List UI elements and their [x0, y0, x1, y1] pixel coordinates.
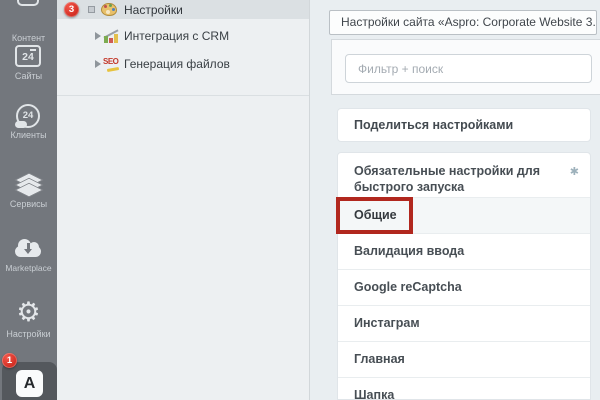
sites-icon-label: 24 [22, 51, 34, 63]
content-icon [17, 0, 39, 6]
bullet-icon [88, 6, 95, 13]
settings-list: Обязательные настройки для быстрого запу… [337, 152, 591, 400]
notification-badge: 3 [64, 2, 79, 17]
tab-site-settings[interactable]: Настройки сайта «Aspro: Corporate Websit… [329, 10, 597, 35]
filter-search-input[interactable] [345, 54, 592, 83]
app-logo[interactable]: A [16, 370, 43, 397]
list-item-instagram[interactable]: Инстаграм [338, 305, 590, 341]
list-item-label: Обязательные настройки для быстрого запу… [354, 163, 549, 195]
menu-item-settings[interactable]: 3 Настройки [57, 0, 309, 19]
cloud-bump-icon [15, 121, 27, 128]
left-sidebar: Контент 24 Сайты 24 Клиенты Сервисы Mark… [0, 0, 57, 400]
seo-icon: SEO [103, 56, 121, 72]
clients-icon-label: 24 [23, 110, 34, 121]
services-layers-icon[interactable] [16, 170, 42, 200]
sidebar-item-sites[interactable]: Сайты [0, 71, 57, 81]
list-item-home[interactable]: Главная [338, 341, 590, 377]
menu-item-file-generation[interactable]: SEO Генерация файлов [57, 55, 309, 73]
menu-item-label: Генерация файлов [124, 57, 230, 71]
list-item-google-recaptcha[interactable]: Google reCaptcha [338, 269, 590, 305]
sidebar-item-marketplace[interactable]: Marketplace [0, 263, 57, 273]
menu-item-crm-integration[interactable]: Интеграция с CRM [57, 27, 309, 45]
sidebar-item-content[interactable]: Контент [0, 33, 57, 43]
menu-item-label: Настройки [124, 3, 183, 17]
menu-item-label: Интеграция с CRM [124, 29, 229, 43]
window-dots-icon [30, 49, 36, 51]
admin-panel-screen: Контент 24 Сайты 24 Клиенты Сервисы Mark… [0, 0, 600, 400]
sidebar-item-clients[interactable]: Клиенты [0, 130, 57, 140]
palette-icon [101, 2, 118, 17]
clients-icon[interactable]: 24 [16, 104, 40, 128]
notification-badge: 1 [2, 353, 17, 368]
marketplace-cloud-icon[interactable] [14, 239, 42, 257]
sites-icon[interactable]: 24 [15, 45, 41, 67]
list-item-header[interactable]: Шапка [338, 377, 590, 400]
sidebar-item-settings[interactable]: Настройки [0, 329, 57, 339]
menu-divider [57, 95, 309, 96]
expand-arrow-icon[interactable] [95, 60, 101, 68]
expand-arrow-icon[interactable] [95, 32, 101, 40]
red-annotation-box [336, 197, 413, 234]
star-icon: ✱ [570, 165, 579, 178]
list-item-required-settings[interactable]: Обязательные настройки для быстрого запу… [338, 153, 590, 197]
list-item-input-validation[interactable]: Валидация ввода [338, 233, 590, 269]
settings-menu-panel: 3 Настройки Интеграция с CRM SEO Генерац… [57, 0, 310, 400]
sidebar-item-services[interactable]: Сервисы [0, 199, 57, 209]
crm-chart-icon [103, 28, 120, 44]
share-settings-button[interactable]: Поделиться настройками [337, 108, 591, 142]
gear-icon[interactable]: ⚙ [0, 299, 57, 327]
